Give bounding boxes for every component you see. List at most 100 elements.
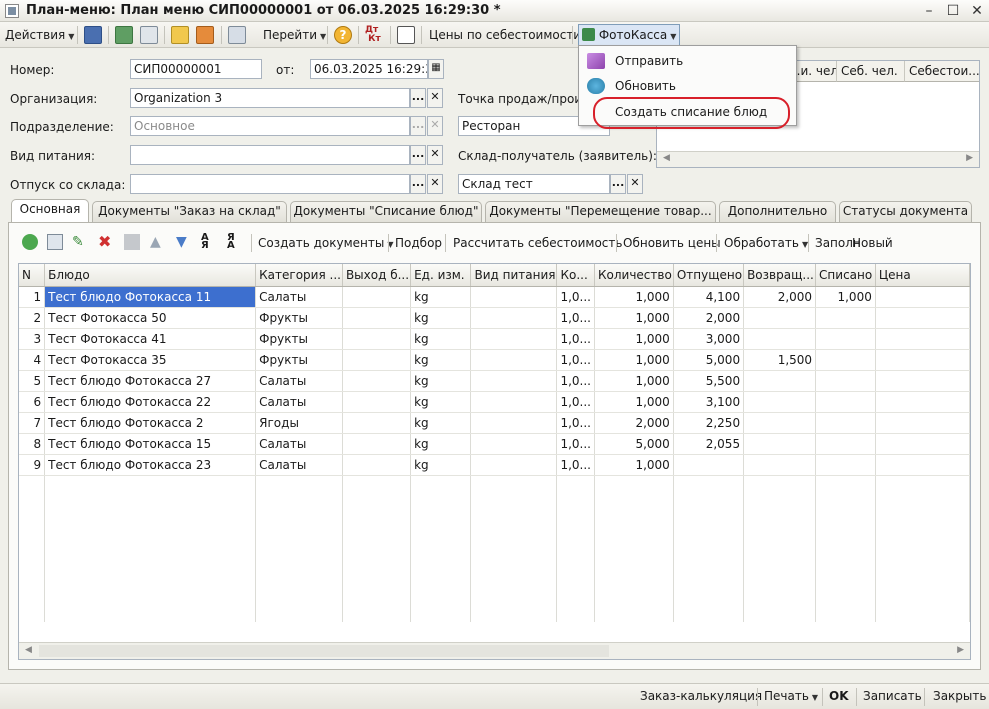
- table-cell[interactable]: 1,000: [815, 286, 876, 308]
- table-cell[interactable]: 2,000: [594, 412, 674, 434]
- number-field[interactable]: СИП00000001: [130, 59, 262, 79]
- save-button[interactable]: Записать: [863, 689, 922, 703]
- table-cell[interactable]: Тест блюдо Фотокасса 2: [44, 412, 257, 434]
- actions-menu-button[interactable]: Действия ▼: [5, 25, 74, 45]
- select-icon[interactable]: ...: [410, 174, 426, 194]
- table-cell[interactable]: 2: [19, 307, 46, 329]
- new-button[interactable]: Новый: [852, 234, 893, 252]
- scroll-left-icon[interactable]: ◀: [663, 153, 670, 163]
- table-cell[interactable]: kg: [410, 286, 472, 308]
- table-cell[interactable]: kg: [410, 328, 472, 350]
- table-cell[interactable]: [470, 307, 558, 329]
- table-cell[interactable]: [743, 454, 817, 476]
- print-icon[interactable]: [228, 26, 246, 44]
- column-header[interactable]: Ко...: [556, 264, 595, 287]
- clear-icon[interactable]: ✕: [427, 88, 443, 108]
- tab-main[interactable]: Основная: [11, 199, 89, 223]
- table-cell[interactable]: [875, 328, 970, 350]
- table-cell[interactable]: [743, 370, 817, 392]
- table-cell[interactable]: [743, 328, 817, 350]
- tab-warehouse-orders[interactable]: Документы "Заказ на склад": [92, 201, 287, 222]
- table-cell[interactable]: [743, 307, 817, 329]
- clear-icon[interactable]: ✕: [427, 145, 443, 165]
- table-cell[interactable]: kg: [410, 307, 472, 329]
- table-cell[interactable]: [875, 286, 970, 308]
- table-cell[interactable]: Тест блюдо Фотокасса 23: [44, 454, 257, 476]
- column-header[interactable]: Категория ...: [255, 264, 343, 287]
- table-cell[interactable]: 5: [19, 370, 46, 392]
- table-cell[interactable]: [815, 454, 876, 476]
- ok-button[interactable]: OK: [829, 689, 849, 703]
- clear-icon[interactable]: ✕: [427, 174, 443, 194]
- table-cell[interactable]: 1,500: [743, 349, 817, 371]
- column-header[interactable]: Количество: [594, 264, 674, 287]
- table-cell[interactable]: [470, 286, 558, 308]
- table-cell[interactable]: 8: [19, 433, 46, 455]
- table-cell[interactable]: [875, 370, 970, 392]
- table-cell[interactable]: 1,0...: [556, 391, 595, 413]
- table-cell[interactable]: [342, 391, 412, 413]
- edit-row-icon[interactable]: ✎: [72, 234, 88, 250]
- close-button[interactable]: Закрыть: [933, 689, 986, 703]
- table-cell[interactable]: [875, 433, 970, 455]
- structure-icon[interactable]: [196, 26, 214, 44]
- table-cell[interactable]: 2,000: [743, 286, 817, 308]
- table-cell[interactable]: [470, 454, 558, 476]
- selection-button[interactable]: Подбор: [395, 234, 442, 252]
- menu-item-refresh[interactable]: Обновить: [581, 74, 794, 99]
- scroll-right-icon[interactable]: ▶: [966, 153, 973, 163]
- cost-prices-button[interactable]: Цены по себестоимости: [429, 25, 581, 45]
- goto-menu-button[interactable]: Перейти ▼: [263, 25, 326, 45]
- table-cell[interactable]: Тест блюдо Фотокасса 15: [44, 433, 257, 455]
- table-cell[interactable]: [815, 391, 876, 413]
- table-cell[interactable]: Фрукты: [255, 349, 343, 371]
- column-header[interactable]: N: [19, 264, 46, 287]
- table-cell[interactable]: 1: [19, 286, 46, 308]
- table-cell[interactable]: [342, 433, 412, 455]
- column-header[interactable]: Отпущено: [673, 264, 745, 287]
- table-cell[interactable]: Тест блюдо Фотокасса 11: [44, 286, 257, 308]
- table-cell[interactable]: Тест блюдо Фотокасса 22: [44, 391, 257, 413]
- table-cell[interactable]: kg: [410, 412, 472, 434]
- table-cell[interactable]: Тест Фотокасса 41: [44, 328, 257, 350]
- table-row[interactable]: 5 Тест блюдо Фотокасса 27 Салаты kg 1,0... 1,…: [19, 370, 970, 392]
- table-cell[interactable]: kg: [410, 370, 472, 392]
- table-cell[interactable]: [743, 433, 817, 455]
- table-cell[interactable]: kg: [410, 454, 472, 476]
- print-button[interactable]: Печать ▼: [764, 689, 818, 703]
- table-row[interactable]: 3 Тест Фотокасса 41 Фрукты kg 1,0... 1,000 3,0…: [19, 328, 970, 350]
- table-cell[interactable]: [875, 391, 970, 413]
- table-cell[interactable]: [470, 412, 558, 434]
- column-header[interactable]: Вид питания: [470, 264, 558, 287]
- table-cell[interactable]: 1,0...: [556, 328, 595, 350]
- table-row[interactable]: 4 Тест Фотокасса 35 Фрукты kg 1,0... 1,000 5,0…: [19, 349, 970, 371]
- table-cell[interactable]: 5,500: [673, 370, 745, 392]
- table-cell[interactable]: [815, 370, 876, 392]
- table-row[interactable]: 1 Тест блюдо Фотокасса 11 Салаты kg 1,0... 1,…: [19, 286, 970, 308]
- menu-item-send[interactable]: Отправить: [581, 49, 794, 74]
- table-cell[interactable]: 1,0...: [556, 370, 595, 392]
- table-row[interactable]: 8 Тест блюдо Фотокасса 15 Салаты kg 1,0... 5,…: [19, 433, 970, 455]
- table-cell[interactable]: [815, 412, 876, 434]
- move-down-icon[interactable]: ▼: [176, 234, 192, 250]
- table-cell[interactable]: [470, 328, 558, 350]
- tab-writeoff-docs[interactable]: Документы "Списание блюд": [290, 201, 482, 222]
- table-cell[interactable]: [743, 391, 817, 413]
- copy-row-icon[interactable]: [47, 234, 63, 250]
- table-cell[interactable]: 1,000: [594, 391, 674, 413]
- tab-transfer-docs[interactable]: Документы "Перемещение товар...: [485, 201, 716, 222]
- help-icon[interactable]: ?: [334, 26, 352, 44]
- meal-type-field[interactable]: [130, 145, 410, 165]
- calculation-order-button[interactable]: Заказ-калькуляция: [640, 689, 762, 703]
- table-cell[interactable]: [342, 412, 412, 434]
- table-cell[interactable]: kg: [410, 349, 472, 371]
- table-cell[interactable]: 4,100: [673, 286, 745, 308]
- table-cell[interactable]: kg: [410, 391, 472, 413]
- minimize-icon[interactable]: –: [918, 1, 940, 21]
- organization-field[interactable]: Organization 3: [130, 88, 410, 108]
- table-cell[interactable]: [342, 454, 412, 476]
- table-cell[interactable]: [470, 349, 558, 371]
- column-header[interactable]: Возвращ...: [743, 264, 817, 287]
- table-cell[interactable]: 1,0...: [556, 412, 595, 434]
- table-cell[interactable]: 2,055: [673, 433, 745, 455]
